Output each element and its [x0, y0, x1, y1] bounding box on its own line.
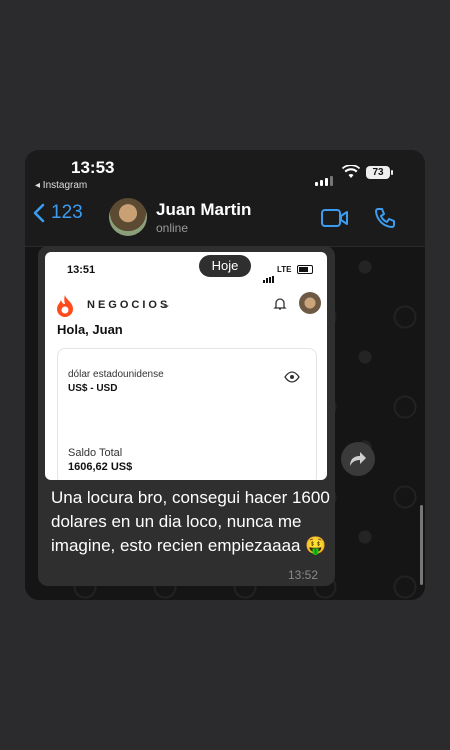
- currency-code: US$ - USD: [68, 383, 118, 394]
- screenshot-battery-icon: [297, 265, 313, 274]
- greeting: Hola, Juan: [57, 322, 123, 337]
- chevron-down-icon: ⌄: [161, 297, 172, 311]
- flame-logo-icon: [57, 295, 73, 317]
- balance-label: Saldo Total: [68, 447, 123, 459]
- back-to-instagram-link[interactable]: ◂ Instagram: [35, 180, 87, 191]
- unread-count: 123: [51, 202, 83, 223]
- date-pill: Hoje: [199, 255, 251, 277]
- status-bar: 13:53 ◂ Instagram 73: [25, 150, 425, 191]
- balance-card: dólar estadounidense US$ - USD Saldo Tot…: [57, 348, 317, 480]
- scrollbar[interactable]: [420, 505, 423, 585]
- phone-icon[interactable]: [373, 206, 397, 230]
- chevron-left-icon: [33, 203, 45, 223]
- screenshot-network: LTE: [277, 265, 292, 274]
- screenshot-time: 13:51: [67, 264, 96, 276]
- back-button[interactable]: 123: [33, 202, 83, 224]
- signal-icon: [315, 168, 335, 186]
- screenshot-avatar: [299, 292, 321, 314]
- brand-name: NEGOCIOS: [87, 299, 171, 311]
- message-time: 13:52: [288, 568, 319, 582]
- battery-icon: 73: [366, 166, 393, 179]
- balance-value: 1606,62 US$: [68, 461, 133, 473]
- eye-icon: [284, 371, 300, 383]
- message-bubble[interactable]: 13:51 LTE NEGOCIOS ⌄ Hola, Juan dólar es…: [38, 246, 335, 586]
- video-icon[interactable]: [321, 208, 349, 228]
- contact-status: online: [156, 221, 189, 235]
- currency-name: dólar estadounidense: [68, 369, 164, 380]
- status-time: 13:53: [71, 158, 115, 177]
- phone-screen: 13:53 ◂ Instagram 73 123 Juan Martin onl…: [25, 150, 425, 600]
- forward-icon: [350, 452, 366, 466]
- bell-icon: [273, 298, 287, 310]
- contact-name[interactable]: Juan Martin: [156, 200, 251, 220]
- contact-avatar[interactable]: [109, 198, 147, 236]
- message-text: Una locura bro, consegui hacer 1600 dola…: [51, 488, 330, 555]
- forward-button[interactable]: [341, 442, 375, 476]
- screenshot-image[interactable]: 13:51 LTE NEGOCIOS ⌄ Hola, Juan dólar es…: [45, 252, 327, 480]
- screenshot-signal-icon: [263, 265, 275, 283]
- wifi-icon: [342, 165, 360, 178]
- chat-header: 123 Juan Martin online: [25, 194, 425, 247]
